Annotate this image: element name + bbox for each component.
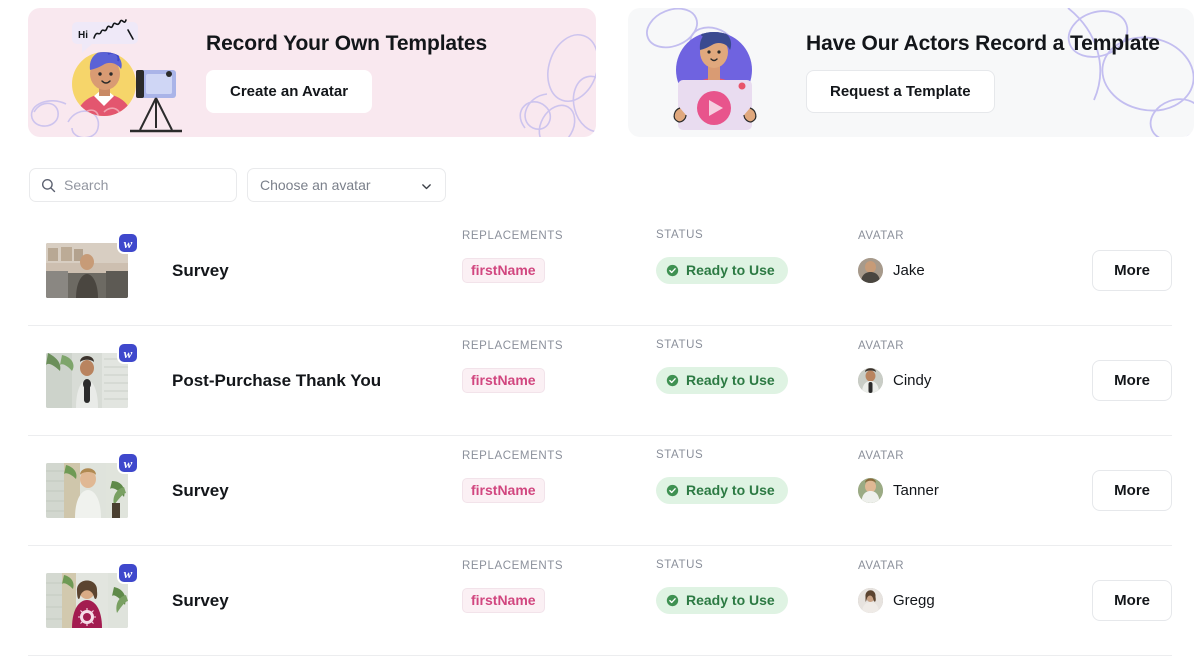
banner-record-own-templates: Hi Record Your Own Templates Create an A… — [28, 8, 596, 137]
column-header-status: STATUS — [656, 339, 704, 351]
replacement-chip: firstName — [462, 367, 545, 394]
avatar-select[interactable]: Choose an avatar — [247, 168, 446, 202]
banner-title: Have Our Actors Record a Template — [806, 32, 1160, 55]
chevron-down-icon — [422, 184, 431, 190]
avatar-select-label: Choose an avatar — [260, 177, 371, 193]
banner-record-own-body: Record Your Own Templates Create an Avat… — [192, 32, 487, 113]
search-icon — [41, 178, 56, 193]
check-circle-icon — [666, 484, 679, 496]
banner-actors-record-body: Have Our Actors Record a Template Reques… — [792, 32, 1160, 113]
table-row[interactable]: w Post-Purchase Thank You REPLACEMENTS f… — [28, 326, 1172, 436]
more-button[interactable]: More — [1092, 250, 1172, 291]
template-name: Post-Purchase Thank You — [172, 370, 382, 390]
template-thumbnail-wrap[interactable]: w — [46, 452, 139, 518]
avatar — [858, 368, 883, 393]
avatar-cell-col: AVATAR Gregg — [858, 560, 1092, 613]
status-cell: STATUS Ready to Use — [656, 559, 858, 614]
replacements-cell: REPLACEMENTS firstName — [462, 340, 656, 394]
template-thumbnail[interactable] — [46, 463, 128, 518]
template-name: Survey — [172, 590, 229, 610]
templates-table: w Survey REPLACEMENTS firstName STATUS R… — [0, 216, 1200, 656]
create-an-avatar-button[interactable]: Create an Avatar — [206, 70, 373, 113]
template-thumbnail[interactable] — [46, 573, 128, 628]
more-button[interactable]: More — [1092, 470, 1172, 511]
column-header-status: STATUS — [656, 229, 704, 241]
svg-text:Hi: Hi — [78, 30, 88, 41]
avatar — [858, 478, 883, 503]
template-thumbnail[interactable] — [46, 353, 128, 408]
wistia-badge-icon: w — [117, 342, 139, 364]
replacements-cell: REPLACEMENTS firstName — [462, 560, 656, 614]
wistia-badge-icon: w — [117, 232, 139, 254]
check-circle-icon — [666, 264, 679, 276]
avatar-cell-col: AVATAR Jake — [858, 230, 1092, 283]
banner-title: Record Your Own Templates — [206, 32, 488, 55]
status-text: Ready to Use — [686, 592, 775, 608]
replacement-chip: firstName — [462, 587, 545, 614]
status-text: Ready to Use — [686, 482, 775, 498]
column-header-avatar: AVATAR — [858, 560, 905, 572]
banner-actors-record-template: Have Our Actors Record a Template Reques… — [628, 8, 1194, 137]
avatar-name: Cindy — [893, 372, 932, 389]
check-circle-icon — [666, 374, 679, 386]
search-input[interactable] — [64, 177, 224, 193]
template-name: Survey — [172, 260, 229, 280]
filter-bar: Choose an avatar — [0, 137, 1200, 202]
template-thumbnail-wrap[interactable]: w — [46, 232, 139, 298]
template-thumbnail-wrap[interactable]: w — [46, 342, 139, 408]
table-row[interactable]: w Survey REPLACEMENTS firstName STATUS R… — [28, 546, 1172, 656]
wistia-badge-icon: w — [117, 562, 139, 584]
status-badge: Ready to Use — [656, 257, 788, 284]
status-text: Ready to Use — [686, 372, 775, 388]
replacement-chip: firstName — [462, 257, 545, 284]
column-header-avatar: AVATAR — [858, 450, 905, 462]
column-header-status: STATUS — [656, 559, 704, 571]
status-badge: Ready to Use — [656, 367, 788, 394]
status-cell: STATUS Ready to Use — [656, 449, 858, 504]
status-badge: Ready to Use — [656, 587, 788, 614]
column-header-replacements: REPLACEMENTS — [462, 449, 564, 462]
avatar-name: Tanner — [893, 482, 939, 499]
column-header-avatar: AVATAR — [858, 230, 905, 242]
column-header-replacements: REPLACEMENTS — [462, 229, 564, 242]
avatar-name: Jake — [893, 262, 925, 279]
more-button[interactable]: More — [1092, 580, 1172, 621]
status-cell: STATUS Ready to Use — [656, 339, 858, 394]
actors-record-illustration — [652, 8, 792, 137]
table-row[interactable]: w Survey REPLACEMENTS firstName STATUS R… — [28, 436, 1172, 546]
template-thumbnail[interactable] — [46, 243, 128, 298]
search-field[interactable] — [29, 168, 237, 202]
request-a-template-button[interactable]: Request a Template — [806, 70, 995, 113]
more-button[interactable]: More — [1092, 360, 1172, 401]
avatar — [858, 258, 883, 283]
status-badge: Ready to Use — [656, 477, 788, 504]
column-header-avatar: AVATAR — [858, 340, 905, 352]
column-header-replacements: REPLACEMENTS — [462, 559, 564, 572]
column-header-replacements: REPLACEMENTS — [462, 339, 564, 352]
template-name: Survey — [172, 480, 229, 500]
replacement-chip: firstName — [462, 477, 545, 504]
column-header-status: STATUS — [656, 449, 704, 461]
check-circle-icon — [666, 594, 679, 606]
replacements-cell: REPLACEMENTS firstName — [462, 230, 656, 284]
record-own-illustration: Hi — [52, 8, 192, 137]
status-text: Ready to Use — [686, 262, 775, 278]
avatar — [858, 588, 883, 613]
avatar-name: Gregg — [893, 592, 935, 609]
promo-banner-row: Hi Record Your Own Templates Create an A… — [0, 0, 1200, 137]
replacements-cell: REPLACEMENTS firstName — [462, 450, 656, 504]
table-row[interactable]: w Survey REPLACEMENTS firstName STATUS R… — [28, 216, 1172, 326]
avatar-cell-col: AVATAR Cindy — [858, 340, 1092, 393]
wistia-badge-icon: w — [117, 452, 139, 474]
avatar-cell-col: AVATAR Tanner — [858, 450, 1092, 503]
template-thumbnail-wrap[interactable]: w — [46, 562, 139, 628]
status-cell: STATUS Ready to Use — [656, 229, 858, 284]
